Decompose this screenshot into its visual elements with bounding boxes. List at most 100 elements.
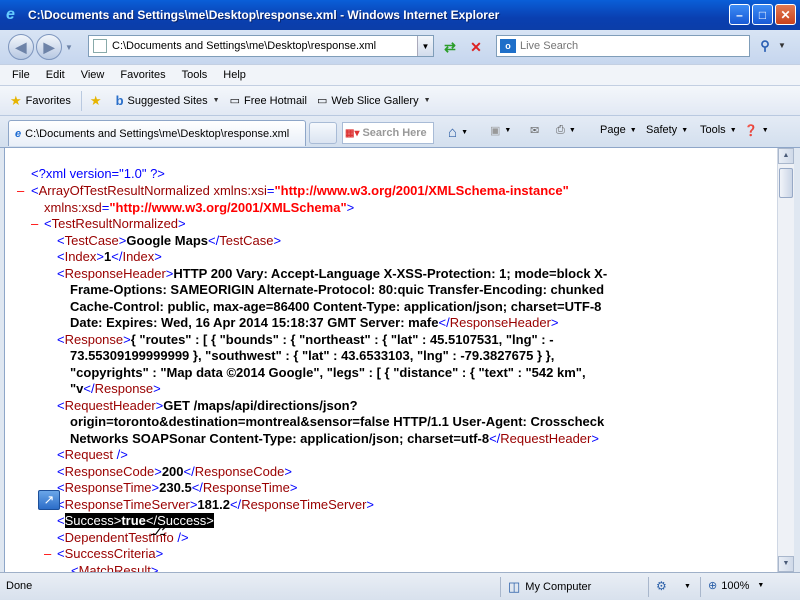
chevron-down-icon: ▼ xyxy=(461,129,468,136)
chevron-down-icon[interactable]: ▼ xyxy=(684,583,691,590)
home-icon: ⌂ xyxy=(448,124,458,141)
stop-icon[interactable]: ✕ xyxy=(466,37,486,57)
xml-success: <Success>true</Success> xyxy=(57,513,214,528)
chevron-down-icon: ▼ xyxy=(757,582,765,589)
vertical-scrollbar[interactable]: ▲ ▼ xyxy=(777,148,794,572)
add-to-favorites-button[interactable]: ★ xyxy=(90,93,106,109)
tab-bar: e C:\Documents and Settings\me\Desktop\r… xyxy=(0,116,800,148)
chevron-down-icon: ▼ xyxy=(212,97,220,104)
new-tab-button[interactable] xyxy=(309,122,337,144)
menu-favorites[interactable]: Favorites xyxy=(112,69,173,81)
selected-text[interactable]: Success>true</Success> xyxy=(64,513,214,528)
status-text: Done xyxy=(6,580,33,592)
menu-edit[interactable]: Edit xyxy=(38,69,73,81)
xml-document-view[interactable]: <?xml version="1.0" ?> – <ArrayOfTestRes… xyxy=(4,148,777,572)
page-menu-button[interactable]: Page ▼ xyxy=(600,124,637,136)
security-zone[interactable]: ◫ My Computer xyxy=(508,579,591,595)
xml-responsetimeserver: <ResponseTimeServer>181.2</ResponseTimeS… xyxy=(57,497,375,512)
print-button[interactable]: ⎙ ▼ xyxy=(556,124,576,137)
home-button[interactable]: ⌂ ▼ xyxy=(448,124,468,141)
search-input[interactable] xyxy=(520,40,740,52)
xml-response-line3: "copyrights" : "Map data ©2014 Google", … xyxy=(70,365,586,380)
xml-requestheader-line3: Networks SOAPSonar Content-Type: applica… xyxy=(70,431,599,446)
tools-menu-label: Tools xyxy=(700,124,726,136)
xml-testcase: <TestCase>Google Maps</TestCase> xyxy=(57,233,282,248)
tab-response-xml[interactable]: e C:\Documents and Settings\me\Desktop\r… xyxy=(8,120,306,146)
suggested-sites-label: Suggested Sites xyxy=(127,94,208,107)
ie-logo-icon: e xyxy=(6,6,15,23)
help-button[interactable]: ❓ ▼ xyxy=(744,124,769,137)
menu-tools[interactable]: Tools xyxy=(174,69,216,81)
free-hotmail-link[interactable]: ▭ Free Hotmail xyxy=(230,94,307,108)
zoom-level-button[interactable]: ⊕ 100% ▼ xyxy=(708,579,765,593)
recent-pages-dropdown[interactable]: ▼ xyxy=(65,43,77,52)
collapse-toggle[interactable]: – xyxy=(31,216,38,233)
feeds-button[interactable]: ▣ ▼ xyxy=(490,124,511,137)
scroll-up-button[interactable]: ▲ xyxy=(778,148,794,164)
web-slice-gallery-link[interactable]: ▭ Web Slice Gallery ▼ xyxy=(316,94,431,108)
divider xyxy=(500,577,501,597)
tools-menu-button[interactable]: Tools ▼ xyxy=(700,124,737,136)
search-box[interactable]: o xyxy=(496,35,750,57)
address-bar[interactable]: C:\Documents and Settings\me\Desktop\res… xyxy=(88,35,434,57)
mouse-cursor-icon: ⎇ xyxy=(150,522,167,538)
menu-help[interactable]: Help xyxy=(215,69,254,81)
chevron-down-icon: ▼ xyxy=(568,127,576,134)
help-icon: ❓ xyxy=(744,125,758,137)
xml-response-line1: <Response>{ "routes" : [ { "bounds" : { … xyxy=(57,332,554,347)
page-icon: ▭ xyxy=(316,95,328,107)
toolbar-search-input[interactable]: Search Here xyxy=(362,127,426,139)
safety-menu-button[interactable]: Safety ▼ xyxy=(646,124,688,136)
xml-responsetime: <ResponseTime>230.5</ResponseTime> xyxy=(57,480,298,495)
address-input[interactable]: C:\Documents and Settings\me\Desktop\res… xyxy=(112,40,376,52)
refresh-icon[interactable]: ⇄ xyxy=(440,37,460,57)
xml-responseheader-line2: Frame-Options: SAMEORIGIN Alternate-Prot… xyxy=(70,282,605,297)
toolbar-search-box[interactable]: ▦▾ Search Here xyxy=(342,122,434,144)
chevron-down-icon: ▼ xyxy=(504,127,512,134)
xml-declaration: <?xml version="1.0" ?> xyxy=(31,166,165,181)
menu-view[interactable]: View xyxy=(73,69,113,81)
favorites-button[interactable]: ★ Favorites xyxy=(10,93,71,109)
menu-file[interactable]: File xyxy=(0,69,38,81)
xml-successcriteria-open: <SuccessCriteria> xyxy=(57,546,164,561)
minimize-button[interactable]: – xyxy=(729,4,750,25)
search-provider-icon: ▦▾ xyxy=(345,127,360,139)
xml-request: <Request /> xyxy=(57,447,128,462)
collapse-toggle[interactable]: – xyxy=(44,546,51,563)
zoom-icon: ⊕ xyxy=(708,580,718,592)
accelerator-icon[interactable]: ↗ xyxy=(38,490,60,510)
safety-menu-label: Safety xyxy=(646,124,678,136)
protected-mode-icon[interactable]: ⚙ xyxy=(656,579,667,593)
maximize-button[interactable]: □ xyxy=(752,4,773,25)
collapse-toggle[interactable]: – xyxy=(17,183,24,200)
xml-responseheader-line4: Date: Expires: Wed, 16 Apr 2014 15:18:37… xyxy=(70,315,559,330)
window-controls: – □ ✕ xyxy=(729,4,796,25)
divider xyxy=(648,577,649,597)
mail-icon: ✉ xyxy=(530,125,540,137)
page-menu-label: Page xyxy=(600,124,626,136)
xml-responseheader-line1: <ResponseHeader>HTTP 200 Vary: Accept-La… xyxy=(57,266,608,281)
title-bar: e C:\Documents and Settings\me\Desktop\r… xyxy=(0,0,800,30)
rss-feed-icon: ▣ xyxy=(490,125,501,137)
forward-button[interactable]: ▶ xyxy=(36,34,62,60)
bing-icon: b xyxy=(115,93,124,108)
chevron-down-icon: ▼ xyxy=(423,97,431,104)
status-bar: Done ◫ My Computer ⚙ ▼ ⊕ 100% ▼ xyxy=(0,572,800,600)
add-favorite-icon: ★ xyxy=(89,92,102,108)
address-dropdown[interactable]: ▼ xyxy=(417,36,433,56)
back-button[interactable]: ◀ xyxy=(8,34,34,60)
zone-label: My Computer xyxy=(525,581,592,593)
xml-requestheader-line2: origin=toronto&destination=montreal&sens… xyxy=(70,414,605,429)
scroll-down-button[interactable]: ▼ xyxy=(778,556,794,572)
search-icon[interactable]: ⚲ xyxy=(754,36,776,56)
suggested-sites-link[interactable]: b Suggested Sites ▼ xyxy=(116,93,220,108)
chevron-down-icon: ▼ xyxy=(681,126,689,134)
xml-response-line4: "v</Response> xyxy=(70,381,161,396)
computer-icon: ◫ xyxy=(508,579,521,594)
search-options-dropdown[interactable]: ▼ xyxy=(778,36,790,56)
chevron-down-icon: ▼ xyxy=(629,126,637,134)
close-button[interactable]: ✕ xyxy=(775,4,796,25)
chevron-down-icon: ▼ xyxy=(729,126,737,134)
read-mail-button[interactable]: ✉ xyxy=(530,124,539,137)
scroll-thumb[interactable] xyxy=(779,168,793,198)
